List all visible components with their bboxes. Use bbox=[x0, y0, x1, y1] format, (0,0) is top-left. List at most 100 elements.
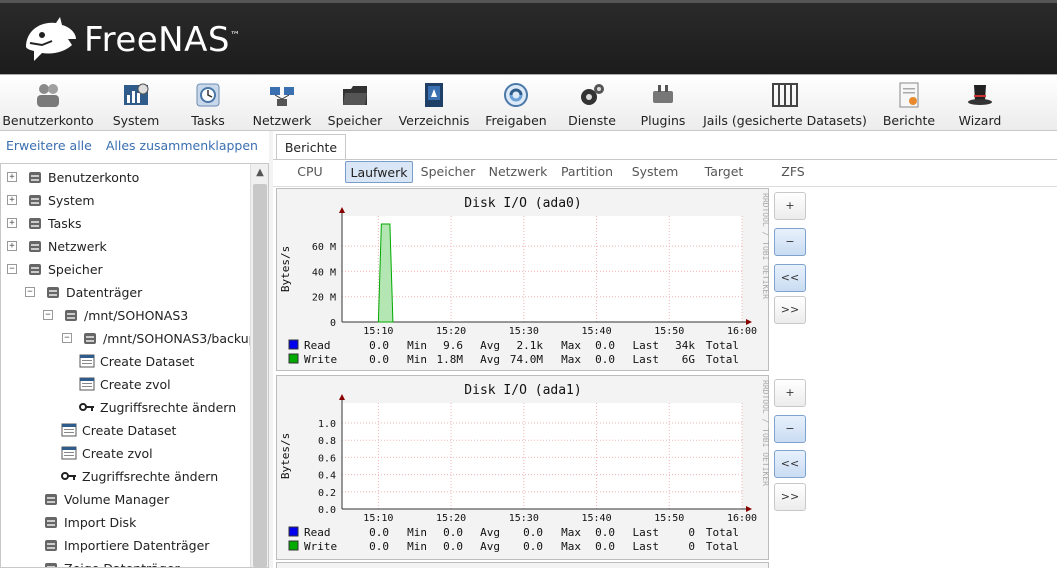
y-tick-label: 40 M bbox=[312, 267, 336, 278]
toolbar-wizard[interactable]: Wizard bbox=[958, 75, 1002, 131]
toolbar-berichte[interactable]: Berichte bbox=[882, 75, 936, 131]
tree-item[interactable]: Create zvol bbox=[79, 373, 171, 395]
zoom-in-button-2[interactable]: + bbox=[774, 379, 806, 407]
subtab-target[interactable]: Target bbox=[698, 161, 750, 183]
legend-value: Max bbox=[561, 353, 581, 366]
tree-item-label: Benutzerkonto bbox=[48, 169, 140, 185]
tree-item-label: Create zvol bbox=[100, 376, 171, 392]
tree-item[interactable]: Zugriffsrechte ändern bbox=[61, 465, 218, 487]
legend-value: 34k bbox=[675, 339, 695, 352]
tree-item[interactable]: Volume Manager bbox=[43, 488, 169, 510]
toolbar-jails[interactable]: Jails (gesicherte Datasets) bbox=[703, 75, 867, 131]
collapse-icon[interactable]: − bbox=[62, 333, 72, 343]
legend-value: 1.8M bbox=[437, 353, 464, 366]
toolbar-plugins[interactable]: Plugins bbox=[640, 75, 686, 131]
tab-berichte[interactable]: Berichte bbox=[276, 134, 346, 160]
collapse-icon[interactable]: − bbox=[43, 310, 53, 320]
disk-io-graph-ada0: Disk I/O (ada0) Bytes/s RRDTOOL / TOBI OET… bbox=[276, 188, 770, 371]
tree-item[interactable]: Create Dataset bbox=[79, 350, 194, 372]
tree-item[interactable]: Import Disk bbox=[43, 511, 136, 533]
tree-item[interactable]: − /mnt/SOHONAS3 bbox=[43, 304, 188, 326]
system-icon bbox=[124, 83, 149, 105]
tree-item[interactable]: + System bbox=[7, 189, 95, 211]
toolbar-system[interactable]: System bbox=[110, 75, 162, 131]
tree-item[interactable]: + Netzwerk bbox=[7, 235, 107, 257]
zoom-out-button[interactable]: − bbox=[774, 228, 806, 256]
subtab-laufwerk[interactable]: Laufwerk bbox=[345, 161, 413, 183]
prev-period-button-2[interactable]: << bbox=[774, 450, 806, 478]
collapse-icon[interactable]: − bbox=[25, 287, 35, 297]
legend-value: Max bbox=[561, 540, 581, 553]
toolbar-benutzerkonto[interactable]: Benutzerkonto bbox=[2, 75, 94, 131]
next-period-button-2[interactable]: >> bbox=[774, 483, 806, 511]
tab-divider bbox=[273, 159, 1057, 160]
legend-name: Write bbox=[304, 353, 337, 366]
expand-icon[interactable]: + bbox=[7, 218, 17, 228]
subtab-cpu[interactable]: CPU bbox=[290, 161, 330, 183]
collapse-icon[interactable]: − bbox=[7, 264, 17, 274]
next-period-button[interactable]: >> bbox=[774, 296, 806, 324]
tree-item[interactable]: Zugriffsrechte ändern bbox=[79, 396, 236, 418]
legend-value: Max bbox=[561, 526, 581, 539]
zoom-in-button[interactable]: + bbox=[774, 192, 806, 220]
tree-item[interactable]: − /mnt/SOHONAS3/backup bbox=[62, 327, 257, 349]
prev-period-button[interactable]: << bbox=[774, 264, 806, 292]
wizard-icon bbox=[968, 85, 992, 105]
legend-value: 0.0 bbox=[595, 540, 615, 553]
toolbar-speicher[interactable]: Speicher bbox=[327, 75, 383, 131]
y-tick-label: 0.2 bbox=[318, 488, 336, 499]
toolbar-netzwerk[interactable]: Netzwerk bbox=[252, 75, 312, 131]
collapse-all-link[interactable]: Alles zusammenklappen bbox=[106, 138, 258, 153]
panel-splitter[interactable] bbox=[269, 131, 273, 568]
subtab-speicher[interactable]: Speicher bbox=[418, 161, 478, 183]
x-tick-label: 16:00 bbox=[727, 326, 757, 337]
tree-item[interactable]: Create Dataset bbox=[61, 419, 176, 441]
legend-value: 0.0 bbox=[595, 339, 615, 352]
toolbar-dienste[interactable]: Dienste bbox=[568, 75, 616, 131]
tree-item[interactable]: Create zvol bbox=[61, 442, 153, 464]
legend-value: 9.6 bbox=[443, 339, 463, 352]
disk-icon bbox=[45, 284, 61, 300]
shares-icon bbox=[504, 83, 528, 107]
expand-icon[interactable]: + bbox=[7, 241, 17, 251]
tree-item[interactable]: + Tasks bbox=[7, 212, 82, 234]
expand-icon[interactable]: + bbox=[7, 195, 17, 205]
shark-logo-icon bbox=[26, 17, 76, 61]
tree-item-label: Create Dataset bbox=[100, 353, 195, 369]
toolbar-verzeichnis[interactable]: Verzeichnis bbox=[399, 75, 469, 131]
tree-item[interactable]: − Speicher bbox=[7, 258, 103, 280]
x-axis-arrow-icon bbox=[746, 319, 752, 325]
legend-value: Total bbox=[706, 540, 739, 553]
zoom-out-icon: − bbox=[785, 422, 795, 435]
plugins-icon bbox=[653, 85, 673, 103]
import-volume-icon bbox=[43, 537, 59, 553]
scroll-thumb[interactable] bbox=[253, 184, 267, 567]
freenas-logo[interactable]: FreeNAS™ bbox=[22, 17, 240, 63]
tree-scrollbar[interactable]: ▲ bbox=[250, 164, 268, 567]
tree-item[interactable]: Zeige Datenträger bbox=[43, 557, 180, 567]
subtab-netzwerk[interactable]: Netzwerk bbox=[486, 161, 550, 183]
subtab-system[interactable]: System bbox=[628, 161, 682, 183]
toolbar-tasks[interactable]: Tasks bbox=[186, 75, 230, 131]
zoom-out-button-2[interactable]: − bbox=[774, 415, 806, 443]
expand-all-link[interactable]: Erweitere alle bbox=[6, 138, 92, 153]
toolbar-freigaben[interactable]: Freigaben bbox=[485, 75, 547, 131]
tree-item-label: Datenträger bbox=[66, 284, 143, 300]
tree-actions: Erweitere alle Alles zusammenklappen bbox=[6, 138, 268, 153]
legend-value: 0.0 bbox=[369, 526, 389, 539]
tree-item[interactable]: + Benutzerkonto bbox=[7, 166, 139, 188]
y-tick-label: 0 bbox=[330, 318, 336, 329]
y-tick-label: 0.4 bbox=[318, 471, 336, 482]
expand-icon[interactable]: + bbox=[7, 172, 17, 182]
zvol-icon bbox=[79, 376, 95, 392]
tree-item[interactable]: Importiere Datenträger bbox=[43, 534, 209, 556]
legend-value: 2.1k bbox=[517, 339, 544, 352]
subtab-zfs[interactable]: ZFS bbox=[774, 161, 812, 183]
reports-icon bbox=[899, 82, 919, 108]
zoom-out-icon: − bbox=[785, 235, 795, 248]
tree-item[interactable]: − Datenträger bbox=[25, 281, 142, 303]
rrdtool-watermark: RRDTOOL / TOBI OETIKER bbox=[761, 380, 770, 486]
subtab-partition[interactable]: Partition bbox=[557, 161, 617, 183]
scroll-up-arrow-icon[interactable]: ▲ bbox=[251, 164, 268, 182]
tree-item-label: Create Dataset bbox=[82, 422, 177, 438]
